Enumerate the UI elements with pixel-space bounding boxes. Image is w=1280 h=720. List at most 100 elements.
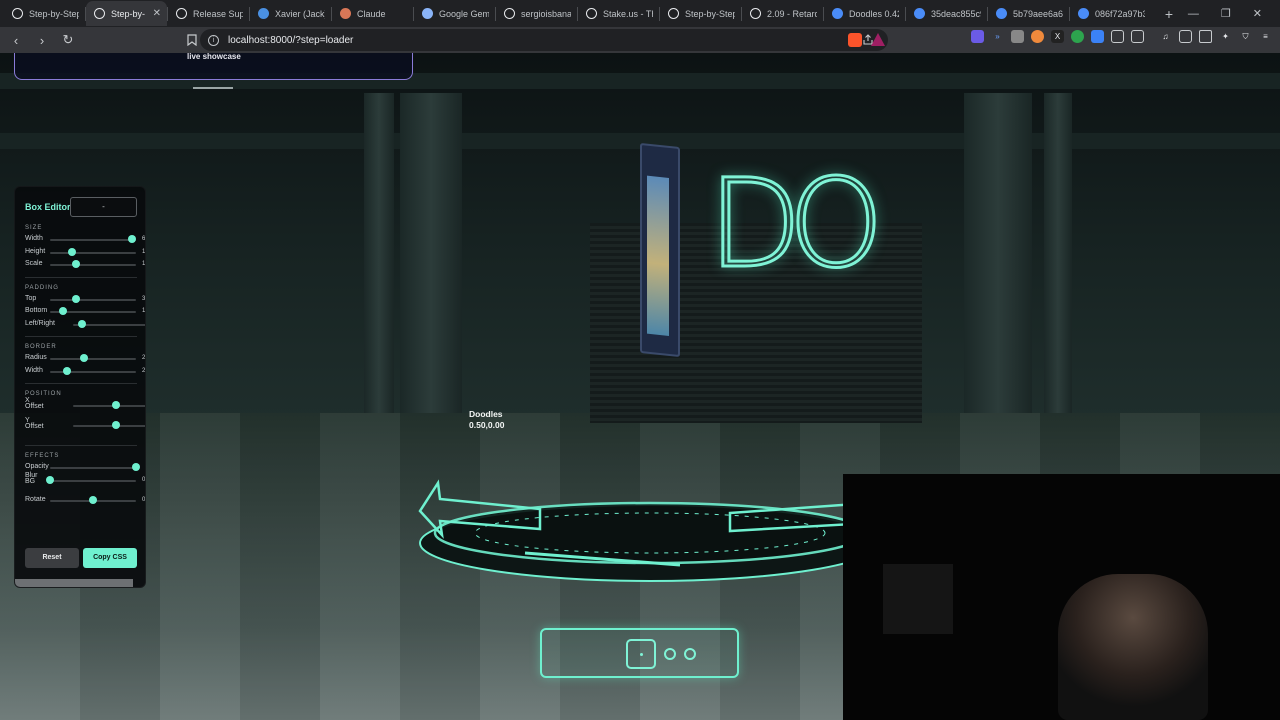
reset-button[interactable]: Reset (25, 548, 79, 568)
new-tab-button[interactable]: + (1159, 6, 1179, 22)
browser-tab[interactable]: Claude (332, 1, 413, 26)
slider-value: 1 (142, 308, 146, 314)
slider-label: Height (25, 247, 46, 255)
minimize-button[interactable]: — (1188, 8, 1199, 20)
slider-row: Bottom 1 (25, 307, 146, 317)
browser-tab[interactable]: 2.09 - Retard (742, 1, 823, 26)
slider-track[interactable] (50, 264, 136, 266)
slider-track[interactable] (50, 467, 136, 469)
slider-row: Width 2 (25, 366, 145, 377)
forward-button[interactable]: › (32, 30, 52, 50)
browser-tab[interactable]: Step-by- ✕ (86, 1, 167, 26)
brave-rewards-icon[interactable] (871, 33, 885, 46)
slider-thumb[interactable] (46, 475, 54, 484)
slider-thumb[interactable] (111, 401, 120, 409)
slider-track[interactable] (50, 358, 136, 360)
sidebar-icon[interactable] (1179, 30, 1192, 43)
address-bar[interactable]: i localhost:8000/?step=loader (200, 29, 888, 51)
neon-platform[interactable] (410, 473, 880, 583)
vpn-shield-icon[interactable]: ⛉ (1239, 30, 1252, 43)
bookmark-button[interactable] (182, 30, 202, 50)
slider-row: Left/Right (25, 319, 145, 330)
extension-4-icon[interactable] (1031, 30, 1044, 43)
doodles-label-coords: 0.50,0.00 (469, 420, 505, 430)
webgl-scene[interactable]: DO Doodles 0.50,0.00 live showcase Box E… (0, 53, 1280, 720)
slider-thumb[interactable] (132, 463, 140, 471)
slider-label: Scale (25, 260, 43, 267)
slider-track[interactable] (73, 405, 145, 407)
browser-tab[interactable]: Release Supe (168, 1, 249, 26)
section-heading: PADDING (25, 284, 59, 291)
browser-tab[interactable]: Doodles 0.42 (824, 1, 905, 26)
window-controls: — ❐ ✕ (1188, 0, 1280, 27)
step-indicator[interactable] (664, 648, 676, 660)
copy-css-button[interactable]: Copy CSS (83, 548, 137, 568)
restore-button[interactable]: ❐ (1221, 7, 1231, 20)
tab-title: Step-by-Step (685, 8, 735, 19)
phone-model[interactable] (640, 142, 680, 358)
browser-tab[interactable]: Stake.us - The (578, 1, 659, 26)
box-editor-title: Box Editor (25, 202, 71, 212)
extension-1-icon[interactable] (971, 30, 984, 43)
browser-tab[interactable]: Step-by-Step (4, 1, 85, 26)
slider-thumb[interactable] (111, 421, 120, 429)
slider-value: 0 (142, 496, 146, 503)
slider-label: X Offset (25, 397, 44, 410)
horizontal-scrollbar[interactable] (15, 579, 133, 587)
element-select[interactable]: - (70, 197, 137, 217)
extension-7-icon[interactable] (1091, 30, 1104, 43)
browser-tab[interactable]: 35deac855c9 (906, 1, 987, 26)
slider-thumb[interactable] (71, 260, 80, 268)
slider-thumb[interactable] (77, 319, 86, 328)
browser-tab[interactable]: Google Gem (414, 1, 495, 26)
close-tab-icon[interactable]: ✕ (153, 8, 161, 19)
extension-9-icon[interactable] (1131, 30, 1144, 43)
doodles-icon (996, 8, 1007, 19)
slider-thumb[interactable] (80, 354, 89, 362)
forward-icon: › (39, 32, 45, 48)
slider-track[interactable] (50, 251, 136, 254)
slider-thumb[interactable] (127, 235, 136, 243)
puzzle-icon[interactable] (1111, 30, 1124, 43)
slider-thumb[interactable] (67, 247, 76, 256)
slider-track[interactable] (50, 298, 136, 301)
neon-sign-text: DO (707, 153, 886, 295)
leo-ai-icon[interactable]: ✦ (1219, 30, 1232, 43)
close-window-button[interactable]: ✕ (1253, 7, 1262, 20)
back-button[interactable]: ‹ (6, 30, 26, 50)
back-icon: ‹ (13, 32, 19, 48)
slider-track[interactable] (73, 425, 145, 427)
xavier-icon (258, 8, 269, 19)
browser-tab[interactable]: 5b79aee6a63 (988, 1, 1069, 26)
brave-shield-icon[interactable] (848, 33, 862, 47)
step-indicator-active[interactable] (626, 639, 656, 669)
browser-tab[interactable]: 086f72a97b3 (1070, 1, 1151, 26)
reload-button[interactable]: ↻ (58, 30, 78, 50)
menu-icon[interactable]: ≡ (1259, 30, 1272, 43)
section-divider (25, 336, 137, 337)
x-logo-icon (94, 8, 105, 19)
extension-5-icon[interactable]: X (1051, 30, 1064, 43)
slider-thumb[interactable] (58, 307, 67, 315)
slider-value: 66 (142, 236, 146, 242)
slider-track[interactable] (50, 479, 136, 482)
slider-thumb[interactable] (71, 294, 80, 303)
slider-row: X Offset0 (25, 397, 145, 411)
extension-2-icon[interactable]: » (991, 30, 1004, 43)
extensions-row: » X ♫ ✦ ⛉ ≡ (971, 30, 1272, 43)
extension-6-icon[interactable] (1071, 30, 1084, 43)
browser-tab[interactable]: Xavier (Jack) (250, 1, 331, 26)
media-icon[interactable]: ♫ (1159, 30, 1172, 43)
slider-track[interactable] (50, 239, 136, 241)
camera-extension-icon[interactable] (1011, 30, 1024, 43)
step-indicator[interactable] (684, 648, 696, 660)
browser-tab[interactable]: sergioisbanan (496, 1, 577, 26)
site-info-icon[interactable]: i (208, 34, 219, 46)
slider-thumb[interactable] (63, 366, 72, 375)
phone-screen (647, 175, 669, 336)
wallet-icon[interactable] (1199, 30, 1212, 43)
browser-tab[interactable]: Step-by-Step (660, 1, 741, 26)
slider-value: 1 (142, 248, 146, 255)
github-icon (504, 8, 515, 19)
slider-thumb[interactable] (89, 495, 97, 504)
